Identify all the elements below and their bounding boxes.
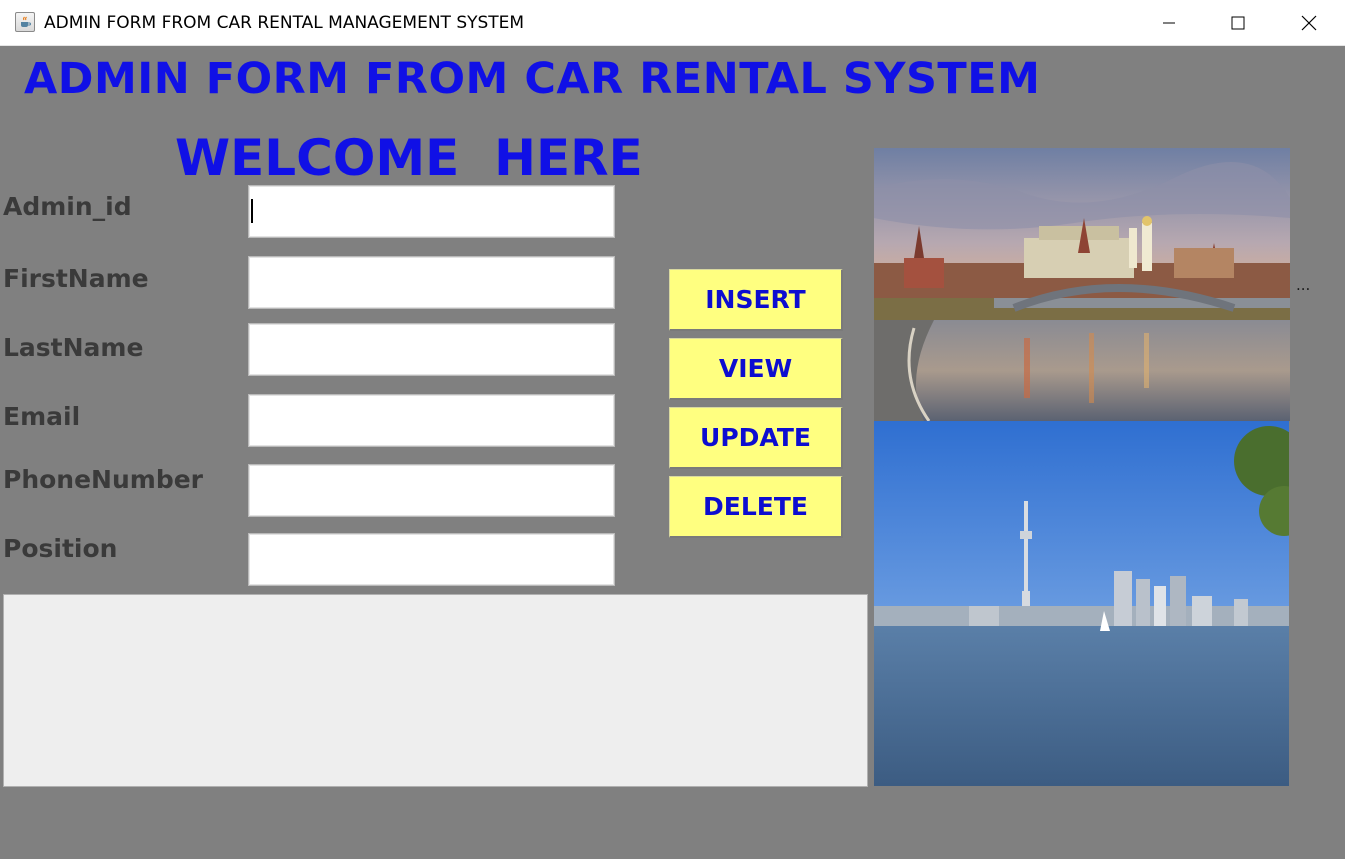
admin-id-label: Admin_id	[3, 192, 132, 221]
java-cup-icon[interactable]	[15, 12, 35, 32]
view-button[interactable]: VIEW	[669, 338, 843, 400]
insert-button[interactable]: INSERT	[669, 269, 843, 331]
last-name-label: LastName	[3, 333, 144, 362]
toronto-skyline-photo	[874, 421, 1289, 786]
welcome-heading: WELCOME HERE	[175, 129, 643, 187]
close-icon	[1301, 15, 1317, 31]
position-input[interactable]	[248, 533, 615, 586]
email-label: Email	[3, 402, 81, 431]
close-button[interactable]	[1274, 0, 1344, 46]
output-text-area[interactable]	[3, 594, 868, 787]
form-panel: ADMIN FORM FROM CAR RENTAL SYSTEM WELCOM…	[3, 46, 1345, 859]
app-window: ADMIN FORM FROM CAR RENTAL MANAGEMENT SY…	[0, 0, 1345, 859]
email-input[interactable]	[248, 394, 615, 447]
first-name-label: FirstName	[3, 264, 149, 293]
minimize-icon	[1163, 22, 1175, 24]
admin-id-input[interactable]	[248, 185, 615, 238]
admin-id-field-wrap	[248, 185, 615, 238]
position-label: Position	[3, 534, 118, 563]
update-button[interactable]: UPDATE	[669, 407, 843, 469]
overflow-label: ...	[1296, 276, 1311, 294]
kremlin-river-photo	[874, 148, 1290, 421]
first-name-input[interactable]	[248, 256, 615, 309]
last-name-input[interactable]	[248, 323, 615, 376]
maximize-icon	[1231, 16, 1245, 30]
text-caret	[251, 199, 253, 223]
minimize-button[interactable]	[1134, 0, 1204, 46]
page-title: ADMIN FORM FROM CAR RENTAL SYSTEM	[24, 54, 1041, 104]
window-title: ADMIN FORM FROM CAR RENTAL MANAGEMENT SY…	[44, 13, 525, 33]
delete-button[interactable]: DELETE	[669, 476, 843, 538]
phone-number-label: PhoneNumber	[3, 465, 203, 494]
title-bar: ADMIN FORM FROM CAR RENTAL MANAGEMENT SY…	[0, 0, 1345, 46]
phone-number-input[interactable]	[248, 464, 615, 517]
maximize-button[interactable]	[1203, 0, 1273, 46]
